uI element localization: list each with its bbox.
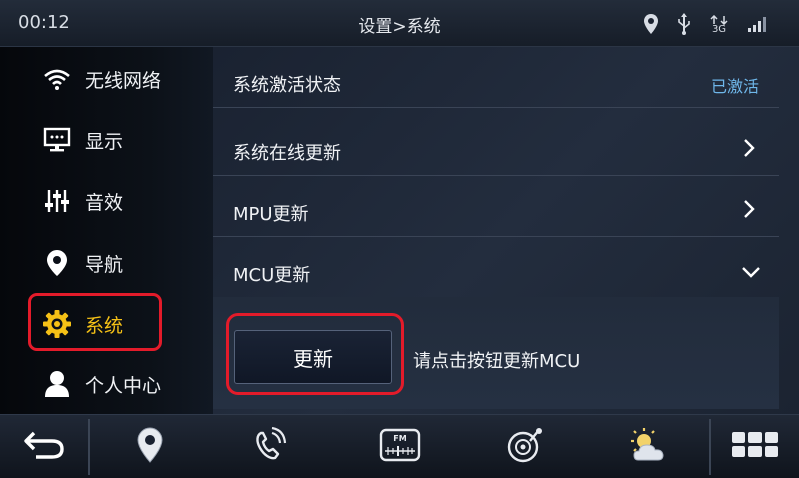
sidebar-item-wifi[interactable]: 无线网络 <box>0 48 213 110</box>
back-button[interactable] <box>0 415 88 478</box>
sidebar: 无线网络 显示 音效 导航 系统 个人中心 <box>0 47 213 414</box>
display-icon <box>40 125 74 155</box>
system-settings-panel: 系统激活状态 已激活 系统在线更新 MPU更新 MCU更新 更新 请点击按钮更新… <box>213 47 799 414</box>
sidebar-item-label: 个人中心 <box>85 374 162 397</box>
sidebar-item-profile[interactable]: 个人中心 <box>0 353 213 415</box>
row-label: MPU更新 <box>233 204 309 225</box>
status-icons: 3G <box>643 10 769 38</box>
sidebar-item-system[interactable]: 系统 <box>0 293 213 355</box>
breadcrumb: 设置>系统 <box>358 17 441 37</box>
dock-divider <box>88 419 90 475</box>
sidebar-item-navigation[interactable]: 导航 <box>0 232 213 294</box>
app-grid-button[interactable] <box>711 415 799 478</box>
bottom-dock: FM <box>0 414 799 478</box>
dock-music-button[interactable] <box>485 415 565 478</box>
sidebar-item-label: 音效 <box>85 191 124 214</box>
dock-fm-radio-button[interactable]: FM <box>360 415 440 478</box>
dock-weather-button[interactable] <box>607 415 687 478</box>
mcu-update-panel: 更新 请点击按钮更新MCU <box>213 297 779 409</box>
navigation-icon <box>137 427 163 467</box>
usb-icon <box>677 12 691 36</box>
fm-radio-icon: FM <box>379 428 421 466</box>
phone-icon <box>253 426 287 467</box>
network-type-label: 3G <box>711 23 727 35</box>
sidebar-item-label: 显示 <box>85 130 124 153</box>
back-icon <box>22 429 66 465</box>
sidebar-item-display[interactable]: 显示 <box>0 109 213 171</box>
user-icon <box>40 369 74 399</box>
sidebar-item-sound[interactable]: 音效 <box>0 170 213 232</box>
dock-navigation-button[interactable] <box>110 415 190 478</box>
row-mpu-update[interactable]: MPU更新 <box>213 176 779 237</box>
row-label: 系统在线更新 <box>233 143 341 164</box>
sidebar-item-label: 无线网络 <box>85 69 162 92</box>
chevron-right-icon <box>743 138 755 162</box>
location-icon <box>643 13 659 35</box>
gear-icon <box>40 309 74 339</box>
status-bar: 00:12 设置>系统 3G <box>0 0 799 47</box>
row-activation-status: 系统激活状态 已激活 <box>213 47 779 108</box>
activation-status-value: 已激活 <box>710 77 759 96</box>
location-pin-icon <box>40 248 74 278</box>
sidebar-item-label: 系统 <box>85 314 124 337</box>
row-label: MCU更新 <box>233 265 311 286</box>
row-label: 系统激活状态 <box>233 75 341 96</box>
mcu-update-hint: 请点击按钮更新MCU <box>413 351 581 372</box>
chevron-down-icon <box>741 263 761 282</box>
dock-phone-button[interactable] <box>230 415 310 478</box>
equalizer-icon <box>40 186 74 216</box>
update-button[interactable]: 更新 <box>234 330 392 384</box>
weather-icon <box>626 427 668 467</box>
row-mcu-update[interactable]: MCU更新 <box>213 237 779 298</box>
signal-icon <box>747 15 769 33</box>
row-online-update[interactable]: 系统在线更新 <box>213 115 779 176</box>
svg-text:FM: FM <box>393 434 406 443</box>
music-icon <box>506 427 544 467</box>
chevron-right-icon <box>743 199 755 223</box>
network-3g-icon: 3G <box>709 14 729 35</box>
status-time: 00:12 <box>18 12 70 33</box>
sidebar-item-label: 导航 <box>85 253 124 276</box>
wifi-icon <box>40 64 74 94</box>
app-grid-icon <box>731 430 779 464</box>
